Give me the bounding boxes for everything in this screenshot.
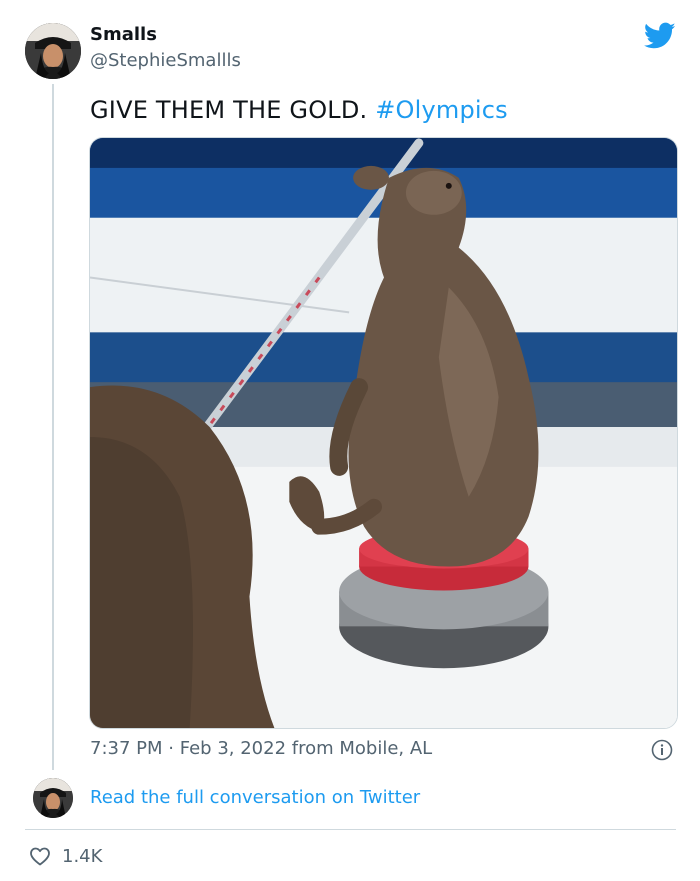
twitter-bird-icon[interactable] — [644, 22, 676, 50]
heart-icon — [30, 847, 50, 866]
tweet-media-video[interactable] — [89, 137, 678, 729]
hashtag-link[interactable]: #Olympics — [375, 96, 508, 124]
info-icon[interactable] — [651, 739, 673, 761]
read-conversation-link[interactable]: Read the full conversation on Twitter — [90, 787, 420, 808]
user-handle[interactable]: @StephieSmallls — [90, 50, 241, 71]
reply-avatar[interactable] — [33, 778, 73, 818]
tweet-meta: 7:37 PM · Feb 3, 2022 from Mobile, AL — [90, 738, 432, 759]
meta-separator: · — [168, 738, 174, 759]
otter-curling-video — [90, 138, 677, 728]
avatar[interactable] — [25, 23, 81, 79]
tweet-body-text: GIVE THEM THE GOLD. — [90, 96, 368, 124]
tweet-date[interactable]: Feb 3, 2022 — [180, 738, 286, 759]
tweet-text: GIVE THEM THE GOLD. #Olympics — [90, 96, 508, 124]
thread-line — [52, 84, 54, 770]
divider — [25, 829, 676, 830]
display-name[interactable]: Smalls — [90, 24, 157, 45]
like-count: 1.4K — [62, 845, 103, 867]
tweet-source: from Mobile, AL — [291, 738, 433, 759]
like-button[interactable]: 1.4K — [28, 844, 102, 868]
tweet-time[interactable]: 7:37 PM — [90, 738, 163, 759]
tweet-card: Smalls @StephieSmallls GIVE THEM THE GOL… — [0, 0, 700, 881]
